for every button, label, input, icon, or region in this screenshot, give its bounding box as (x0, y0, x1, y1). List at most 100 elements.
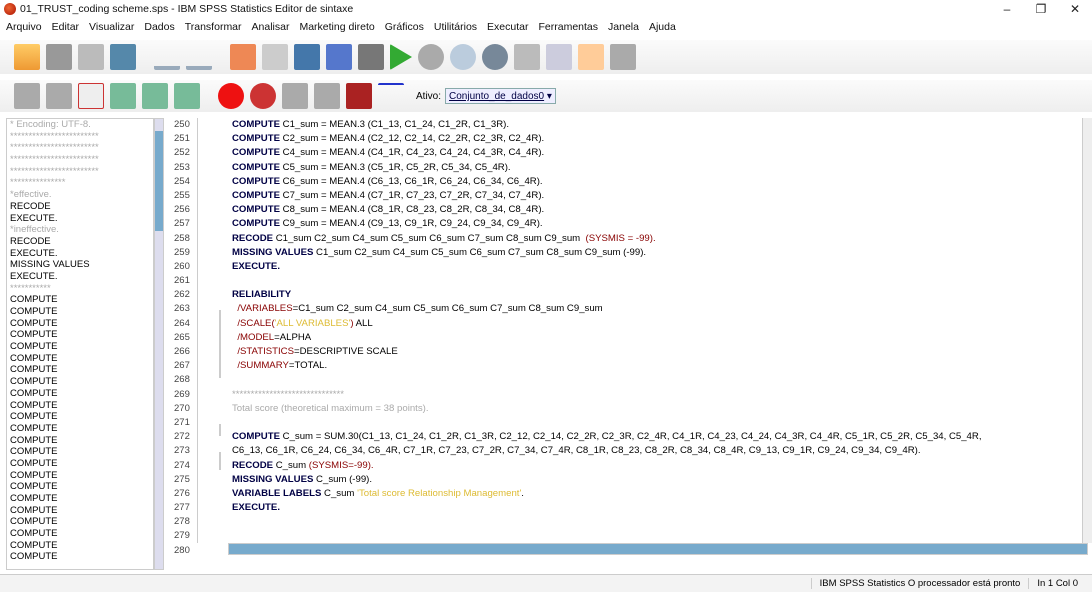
maximize-icon[interactable]: ❐ (1024, 0, 1058, 18)
nav-item[interactable]: EXECUTE. (7, 248, 153, 260)
nav-item[interactable]: EXECUTE. (7, 271, 153, 283)
menu-2[interactable]: Visualizar (89, 21, 134, 33)
nav-item[interactable]: RECODE (7, 201, 153, 213)
nav-item[interactable]: COMPUTE (7, 505, 153, 517)
nav-item[interactable]: COMPUTE (7, 551, 153, 563)
code-line[interactable] (228, 515, 1082, 529)
code-line[interactable]: COMPUTE C9_sum = MEAN.4 (C9_13, C9_1R, C… (228, 217, 1082, 231)
nav-item[interactable]: COMPUTE (7, 528, 153, 540)
menu-10[interactable]: Ferramentas (538, 21, 598, 33)
nav-item[interactable]: COMPUTE (7, 353, 153, 365)
menu-4[interactable]: Transformar (185, 21, 242, 33)
nav-item[interactable]: COMPUTE (7, 306, 153, 318)
code-line[interactable]: COMPUTE C7_sum = MEAN.4 (C7_1R, C7_23, C… (228, 189, 1082, 203)
menu-1[interactable]: Editar (52, 21, 79, 33)
bookmark-icon[interactable] (578, 44, 604, 70)
nav-item[interactable]: COMPUTE (7, 294, 153, 306)
check-alt-icon[interactable] (46, 83, 72, 109)
find-icon[interactable] (358, 44, 384, 70)
wrap-icon[interactable] (174, 83, 200, 109)
nav-item[interactable]: COMPUTE (7, 411, 153, 423)
menu-0[interactable]: Arquivo (6, 21, 42, 33)
indent-icon[interactable] (110, 83, 136, 109)
code-line[interactable]: /VARIABLES=C1_sum C2_sum C4_sum C5_sum C… (228, 302, 1082, 316)
nav-item[interactable]: COMPUTE (7, 516, 153, 528)
nav-item[interactable]: MISSING VALUES (7, 259, 153, 271)
nav-item[interactable]: *********** (7, 283, 153, 295)
print-icon[interactable] (78, 44, 104, 70)
comment-icon[interactable] (78, 83, 104, 109)
code-line[interactable]: RELIABILITY (228, 288, 1082, 302)
open-icon[interactable] (14, 44, 40, 70)
code-line[interactable]: RECODE C1_sum C2_sum C4_sum C5_sum C6_su… (228, 232, 1082, 246)
editor-horizontal-scrollbar[interactable] (228, 543, 1088, 555)
save-icon[interactable] (46, 44, 72, 70)
code-line[interactable]: /STATISTICS=DESCRIPTIVE SCALE (228, 345, 1082, 359)
stop-icon[interactable] (418, 44, 444, 70)
code-line[interactable] (228, 373, 1082, 387)
nav-item[interactable]: *************** (7, 177, 153, 189)
code-line[interactable]: COMPUTE C_sum = SUM.30(C1_13, C1_24, C1_… (228, 430, 1082, 444)
dialog-recall-icon[interactable] (110, 44, 136, 70)
spelling-icon[interactable] (482, 44, 508, 70)
nav-item[interactable]: ************************ (7, 142, 153, 154)
code-line[interactable]: /SUMMARY=TOTAL. (228, 359, 1082, 373)
menu-8[interactable]: Utilitários (434, 21, 477, 33)
nav-item[interactable]: COMPUTE (7, 423, 153, 435)
nav-item[interactable]: COMPUTE (7, 341, 153, 353)
code-line[interactable]: C6_13, C6_1R, C6_24, C6_34, C6_4R, C7_1R… (228, 444, 1082, 458)
validate-icon[interactable] (250, 83, 276, 109)
code-line[interactable]: Total score (theoretical maximum = 38 po… (228, 402, 1082, 416)
divider-icon[interactable] (378, 83, 404, 109)
goto-variable-icon[interactable] (262, 44, 288, 70)
code-line[interactable]: COMPUTE C8_sum = MEAN.4 (C8_1R, C8_23, C… (228, 203, 1082, 217)
navigation-scroll-thumb[interactable] (155, 131, 163, 231)
code-line[interactable]: COMPUTE C5_sum = MEAN.3 (C5_1R, C5_2R, C… (228, 161, 1082, 175)
nav-item[interactable]: COMPUTE (7, 388, 153, 400)
code-line[interactable]: /MODEL=ALPHA (228, 331, 1082, 345)
nav-item[interactable]: *effective. (7, 189, 153, 201)
code-line[interactable] (228, 529, 1082, 543)
nav-item[interactable]: ************************ (7, 131, 153, 143)
use-sets-icon[interactable] (514, 44, 540, 70)
output-icon[interactable] (610, 44, 636, 70)
nav-item[interactable]: EXECUTE. (7, 213, 153, 225)
menu-6[interactable]: Marketing direto (299, 21, 374, 33)
code-line[interactable]: COMPUTE C1_sum = MEAN.3 (C1_13, C1_24, C… (228, 118, 1082, 132)
nav-item[interactable]: COMPUTE (7, 318, 153, 330)
nav-item[interactable]: COMPUTE (7, 458, 153, 470)
outdent-icon[interactable] (142, 83, 168, 109)
menu-5[interactable]: Analisar (252, 21, 290, 33)
designate-window-icon[interactable] (546, 44, 572, 70)
menu-9[interactable]: Executar (487, 21, 528, 33)
redo-icon[interactable] (186, 44, 212, 70)
dataset-select[interactable]: Conjunto_de_dados0 ▾ (445, 88, 556, 104)
menu-12[interactable]: Ajuda (649, 21, 676, 33)
nav-item[interactable]: COMPUTE (7, 446, 153, 458)
nav-item[interactable]: COMPUTE (7, 329, 153, 341)
nav-item[interactable]: COMPUTE (7, 493, 153, 505)
menu-11[interactable]: Janela (608, 21, 639, 33)
nav-item[interactable]: COMPUTE (7, 481, 153, 493)
variables-icon[interactable] (294, 44, 320, 70)
code-line[interactable]: RECODE C_sum (SYSMIS=-99). (228, 459, 1082, 473)
nav-item[interactable]: COMPUTE (7, 376, 153, 388)
nav-item[interactable]: *ineffective. (7, 224, 153, 236)
code-line[interactable]: MISSING VALUES C1_sum C2_sum C4_sum C5_s… (228, 246, 1082, 260)
code-line[interactable]: EXECUTE. (228, 260, 1082, 274)
check-icon[interactable] (14, 83, 40, 109)
code-line[interactable] (228, 416, 1082, 430)
nav-item[interactable]: * Encoding: UTF-8. (7, 119, 153, 131)
code-line[interactable]: COMPUTE C2_sum = MEAN.4 (C2_12, C2_14, C… (228, 132, 1082, 146)
step-into-icon[interactable] (314, 83, 340, 109)
nav-item[interactable]: ************************ (7, 166, 153, 178)
code-line[interactable]: EXECUTE. (228, 501, 1082, 515)
nav-item[interactable]: COMPUTE (7, 470, 153, 482)
code-line[interactable]: COMPUTE C6_sum = MEAN.4 (C6_13, C6_1R, C… (228, 175, 1082, 189)
sync-icon[interactable] (450, 44, 476, 70)
breakpoint-icon[interactable] (218, 83, 244, 109)
nav-item[interactable]: RECODE (7, 236, 153, 248)
nav-item[interactable]: ************************ (7, 154, 153, 166)
undo-icon[interactable] (154, 44, 180, 70)
nav-item[interactable]: COMPUTE (7, 400, 153, 412)
